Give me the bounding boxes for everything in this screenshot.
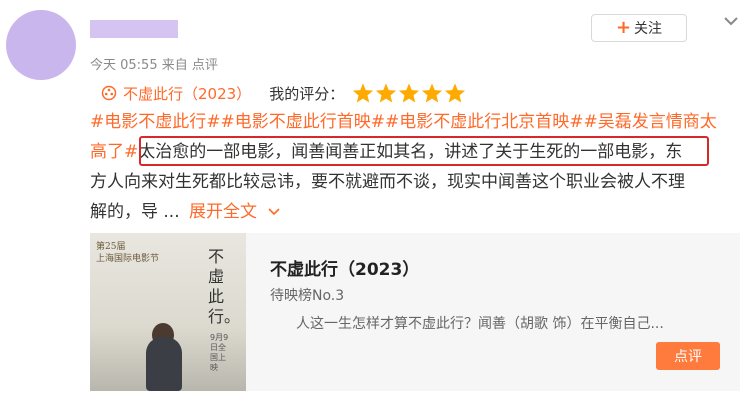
film-icon [101,85,117,101]
review-line-1: #电影不虚此行##电影不虚此行首映##电影不虚此行北京首映##吴磊发言情商太 [90,110,717,134]
poster-title: 不虛此行。 [208,247,241,326]
review-line-4: 解的，导 ... 展开全文 [90,200,281,224]
review-button[interactable]: 点评 [656,342,720,370]
username-redacted[interactable] [90,20,178,38]
poster-figure [146,337,182,391]
movie-rating-row: 不虚此行（2023） 我的评分： [101,82,467,104]
post-time: 今天 05:55 [90,58,158,73]
avatar[interactable] [6,10,76,80]
star-icon [353,83,374,103]
highlight-box [139,136,709,166]
poster-festival-line1: 第25届 [96,242,126,252]
review-line-4-text: 解的，导 ... [90,202,180,222]
poster-festival: 第25届 上海国际电影节 [96,241,159,265]
expand-label: 展开全文 [189,202,258,222]
expand-full-text-link[interactable]: 展开全文 [189,202,281,222]
chevron-down-icon[interactable] [722,12,740,30]
star-icon [399,83,420,103]
chevron-down-icon [268,208,281,216]
follow-label: 关注 [634,21,663,37]
post-source: 来自 点评 [161,58,218,73]
movie-link-title: 不虚此行（2023） [123,84,252,103]
card-title[interactable]: 不虚此行（2023） [270,255,419,280]
star-icon [445,83,466,103]
card-rank: 待映榜No.3 [270,288,345,304]
review-line-3: 方人向来对生死都比较忌讳，要不就避而不谈，现实中闻善这个职业会被人不理 [90,172,685,192]
my-rating-label: 我的评分： [269,84,345,103]
movie-link[interactable]: 不虚此行（2023） [101,83,251,104]
poster-festival-line2: 上海国际电影节 [96,254,160,264]
rating-stars [352,82,467,104]
post-meta: 今天 05:55 来自 点评 [90,54,218,73]
hashtags[interactable]: #电影不虚此行##电影不虚此行首映##电影不虚此行北京首映##吴磊发言情商太 [90,112,717,132]
card-description: 人这一生怎样才算不虚此行？闻善（胡歌 饰）在平衡自己... [296,316,664,332]
movie-poster[interactable]: 第25届 上海国际电影节 不虛此行。 9月9日全国上映 [90,233,246,391]
movie-card[interactable]: 第25届 上海国际电影节 不虛此行。 9月9日全国上映 不虚此行（2023） 待… [90,233,740,391]
star-icon [422,83,443,103]
star-icon [376,83,397,103]
hashtag-tail[interactable]: 高了# [90,142,138,162]
poster-date: 9月9日全国上映 [210,333,229,372]
follow-button[interactable]: + 关注 [591,14,687,42]
plus-icon: + [615,17,632,38]
